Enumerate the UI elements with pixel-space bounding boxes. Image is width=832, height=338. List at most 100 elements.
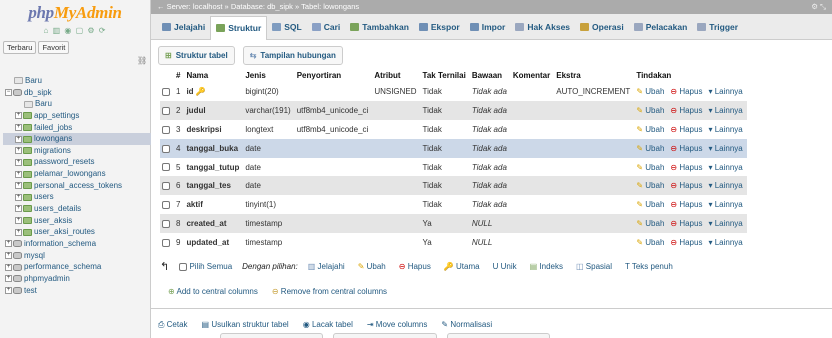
tree-item-baru[interactable]: Baru bbox=[3, 75, 151, 87]
footer-move-columns-link[interactable]: ⇥ Move columns bbox=[367, 320, 428, 330]
expand-icon[interactable]: + bbox=[15, 182, 22, 190]
tab-impor[interactable]: Impor bbox=[465, 17, 511, 37]
row-checkbox[interactable] bbox=[162, 125, 170, 134]
nav-icons[interactable]: ⌂ ▥ ◉ ▢ ⚙ ⟳ bbox=[0, 26, 150, 38]
footer-cetak-link[interactable]: ⎙ Cetak bbox=[158, 320, 188, 330]
edit-button[interactable]: ✎ Ubah bbox=[634, 138, 669, 158]
breadcrumb-server[interactable]: Server: localhost bbox=[167, 2, 223, 11]
more-button[interactable]: ▾ Lainnya bbox=[706, 195, 747, 215]
edit-button[interactable]: ✎ Ubah bbox=[634, 119, 669, 139]
settings-icon[interactable]: ⚙ ⤡ bbox=[811, 0, 826, 14]
bulk-unik-button[interactable]: U Unik bbox=[493, 262, 517, 271]
expand-icon[interactable]: − bbox=[5, 89, 12, 97]
footer-usulkan-struktur-tabel-link[interactable]: ▤ Usulkan struktur tabel bbox=[202, 320, 289, 330]
row-checkbox[interactable] bbox=[162, 182, 170, 191]
tree-item-information-schema[interactable]: + information_schema bbox=[3, 238, 151, 250]
bulk-teks-penuh-button[interactable]: T Teks penuh bbox=[625, 262, 673, 271]
row-checkbox[interactable] bbox=[162, 220, 170, 229]
more-button[interactable]: ▾ Lainnya bbox=[706, 176, 747, 196]
link-icon[interactable]: ⛓ bbox=[137, 56, 147, 65]
tab-cari[interactable]: Cari bbox=[307, 17, 346, 37]
expand-icon[interactable]: + bbox=[15, 147, 22, 155]
tree-item-phpmyadmin[interactable]: + phpmyadmin bbox=[3, 273, 151, 285]
tree-item-db-sipk[interactable]: − db_sipk bbox=[3, 87, 151, 99]
drop-button[interactable]: ⊖ Hapus bbox=[668, 233, 707, 253]
tree-item-personal-access-tokens[interactable]: + personal_access_tokens bbox=[3, 180, 151, 192]
tree-item-app-settings[interactable]: + app_settings bbox=[3, 110, 151, 122]
expand-icon[interactable]: + bbox=[15, 135, 22, 143]
table-row[interactable]: 1 id 🔑 bigint(20) UNSIGNED Tidak Tidak ada AUT… bbox=[160, 82, 747, 101]
tab-ekspor[interactable]: Ekspor bbox=[414, 17, 465, 37]
relation-view-button[interactable]: ⇆ Tampilan hubungan bbox=[242, 46, 343, 65]
more-button[interactable]: ▾ Lainnya bbox=[706, 119, 747, 139]
expand-icon[interactable]: + bbox=[5, 263, 12, 271]
edit-button[interactable]: ✎ Ubah bbox=[634, 157, 669, 177]
expand-icon[interactable]: + bbox=[5, 240, 12, 248]
table-row[interactable]: 8 created_at timestamp Ya NULL ✎ Ubah ⊖ Hapus ▾… bbox=[160, 214, 747, 234]
drop-button[interactable]: ⊖ Hapus bbox=[668, 157, 707, 177]
expand-icon[interactable]: + bbox=[5, 275, 12, 283]
bulk-indeks-button[interactable]: ▤ Indeks bbox=[530, 262, 563, 271]
expand-icon[interactable]: + bbox=[15, 112, 22, 120]
tab-tambahkan[interactable]: Tambahkan bbox=[345, 17, 414, 37]
drop-button[interactable]: ⊖ Hapus bbox=[668, 176, 707, 196]
tree-item-lowongans[interactable]: + lowongans bbox=[3, 133, 151, 145]
more-button[interactable]: ▾ Lainnya bbox=[706, 233, 747, 253]
edit-button[interactable]: ✎ Ubah bbox=[634, 195, 669, 215]
tab-jelajahi[interactable]: Jelajahi bbox=[157, 17, 210, 37]
table-row[interactable]: 7 aktif tinyint(1) Tidak Tidak ada ✎ Ubah ⊖ Ha… bbox=[160, 195, 747, 215]
expand-icon[interactable]: + bbox=[15, 193, 22, 201]
more-button[interactable]: ▾ Lainnya bbox=[706, 82, 747, 101]
tree-item-failed-jobs[interactable]: + failed_jobs bbox=[3, 122, 151, 134]
row-checkbox[interactable] bbox=[162, 106, 170, 115]
add-central-columns-button[interactable]: ⊕ Add to central columns bbox=[168, 287, 258, 296]
table-row[interactable]: 3 deskripsi longtext utf8mb4_unicode_ci Tida… bbox=[160, 119, 747, 139]
phpmyadmin-logo[interactable]: phpMyAdmin bbox=[0, 0, 150, 26]
expand-icon[interactable]: + bbox=[15, 205, 22, 213]
table-structure-button[interactable]: ⊞ Struktur tabel bbox=[158, 46, 235, 65]
row-checkbox[interactable] bbox=[162, 238, 170, 247]
tree-item-users-details[interactable]: + users_details bbox=[3, 203, 151, 215]
tree-item-migrations[interactable]: + migrations bbox=[3, 145, 151, 157]
drop-button[interactable]: ⊖ Hapus bbox=[668, 119, 707, 139]
table-row[interactable]: 4 tanggal_buka date Tidak Tidak ada ✎ Ubah ⊖ H… bbox=[160, 138, 747, 158]
footer-lacak-tabel-link[interactable]: ◉ Lacak tabel bbox=[303, 320, 353, 330]
drop-button[interactable]: ⊖ Hapus bbox=[668, 195, 707, 215]
more-button[interactable]: ▾ Lainnya bbox=[706, 138, 747, 158]
row-checkbox[interactable] bbox=[162, 201, 170, 210]
bulk-jelajahi-button[interactable]: ▥ Jelajahi bbox=[308, 262, 345, 271]
table-row[interactable]: 6 tanggal_tes date Tidak Tidak ada ✎ Ubah ⊖ Ha… bbox=[160, 176, 747, 196]
tree-item-performance-schema[interactable]: + performance_schema bbox=[3, 261, 151, 273]
row-checkbox[interactable] bbox=[162, 87, 170, 96]
tab-struktur[interactable]: Struktur bbox=[210, 15, 268, 40]
drop-button[interactable]: ⊖ Hapus bbox=[668, 100, 707, 120]
row-checkbox[interactable] bbox=[162, 163, 170, 172]
table-row[interactable]: 5 tanggal_tutup date Tidak Tidak ada ✎ Ubah ⊖ … bbox=[160, 157, 747, 177]
expand-icon[interactable]: + bbox=[15, 158, 22, 166]
tab-operasi[interactable]: Operasi bbox=[575, 17, 629, 37]
edit-button[interactable]: ✎ Ubah bbox=[634, 100, 669, 120]
tree-item-mysql[interactable]: + mysql bbox=[3, 250, 151, 262]
tab-sql[interactable]: SQL bbox=[267, 17, 306, 37]
drop-button[interactable]: ⊖ Hapus bbox=[668, 82, 707, 101]
drop-button[interactable]: ⊖ Hapus bbox=[668, 138, 707, 158]
check-all[interactable]: Pilih Semua bbox=[179, 262, 232, 271]
tree-item-users[interactable]: + users bbox=[3, 191, 151, 203]
breadcrumb-database[interactable]: Database: db_sipk bbox=[231, 2, 293, 11]
tab-recent[interactable]: Terbaru bbox=[3, 41, 37, 54]
row-checkbox[interactable] bbox=[162, 144, 170, 153]
expand-icon[interactable]: + bbox=[15, 123, 22, 131]
tab-pelacakan[interactable]: Pelacakan bbox=[629, 17, 693, 37]
tree-item-password-resets[interactable]: + password_resets bbox=[3, 156, 151, 168]
footer-normalisasi-link[interactable]: ✎ Normalisasi bbox=[441, 320, 492, 330]
remove-central-columns-button[interactable]: ⊖ Remove from central columns bbox=[272, 287, 387, 296]
expand-icon[interactable]: + bbox=[15, 170, 22, 178]
expand-icon[interactable]: + bbox=[15, 228, 22, 236]
more-button[interactable]: ▾ Lainnya bbox=[706, 157, 747, 177]
back-arrow-icon[interactable]: ← bbox=[157, 2, 165, 11]
tree-item-pelamar-lowongans[interactable]: + pelamar_lowongans bbox=[3, 168, 151, 180]
drop-button[interactable]: ⊖ Hapus bbox=[668, 214, 707, 234]
tab-favorites[interactable]: Favorit bbox=[38, 41, 70, 54]
breadcrumb-table[interactable]: Tabel: lowongans bbox=[301, 2, 359, 11]
edit-button[interactable]: ✎ Ubah bbox=[634, 82, 669, 101]
